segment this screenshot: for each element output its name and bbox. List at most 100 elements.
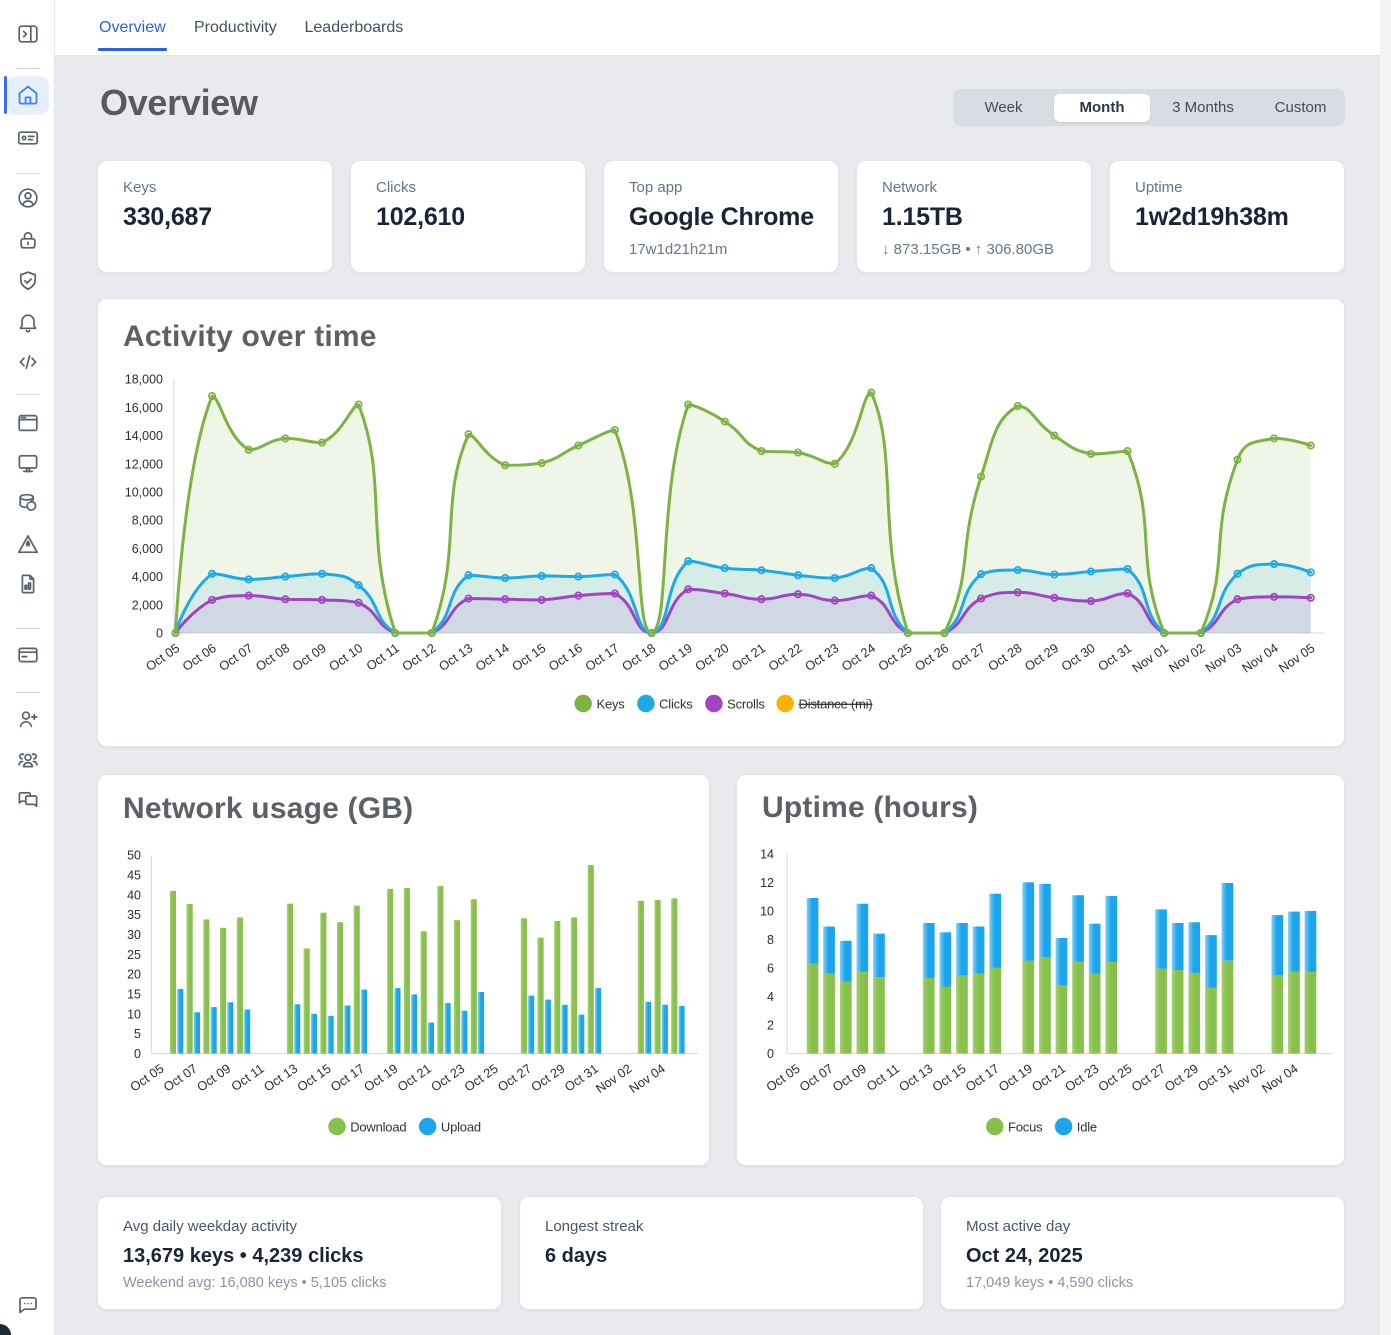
svg-text:Oct 29: Oct 29 [1022,640,1061,674]
svg-text:Oct 12: Oct 12 [399,640,438,674]
svg-text:6: 6 [767,961,774,975]
svg-text:Oct 28: Oct 28 [985,640,1024,674]
svg-text:Oct 07: Oct 07 [216,640,255,674]
svg-text:Oct 15: Oct 15 [294,1061,333,1095]
svg-text:4,000: 4,000 [132,570,163,584]
svg-text:Oct 07: Oct 07 [161,1061,200,1095]
svg-text:10: 10 [760,904,774,918]
svg-text:Oct 13: Oct 13 [261,1061,300,1095]
svg-text:Nov 04: Nov 04 [626,1061,668,1096]
svg-text:0: 0 [134,1047,141,1061]
svg-text:Nov 02: Nov 02 [1226,1061,1268,1096]
svg-text:0: 0 [767,1047,774,1061]
svg-text:Oct 09: Oct 09 [194,1061,233,1095]
svg-text:Oct 25: Oct 25 [875,640,914,674]
svg-text:Oct 17: Oct 17 [582,640,621,674]
svg-text:Oct 26: Oct 26 [912,640,951,674]
svg-text:Oct 27: Oct 27 [948,640,987,674]
svg-text:10: 10 [127,1007,141,1021]
svg-text:Oct 13: Oct 13 [436,640,475,674]
svg-text:Distance (mi): Distance (mi) [799,696,873,711]
svg-text:2: 2 [767,1019,774,1033]
svg-text:Oct 27: Oct 27 [495,1061,534,1095]
svg-text:Oct 25: Oct 25 [461,1061,500,1095]
svg-text:Idle: Idle [1077,1119,1097,1134]
svg-text:15: 15 [127,988,141,1002]
svg-text:12,000: 12,000 [125,457,163,471]
svg-text:Oct 23: Oct 23 [1062,1061,1101,1095]
svg-text:8: 8 [767,933,774,947]
svg-text:Oct 21: Oct 21 [395,1061,434,1095]
svg-text:Focus: Focus [1008,1119,1043,1134]
svg-text:Oct 10: Oct 10 [326,640,365,674]
svg-text:Oct 23: Oct 23 [428,1061,467,1095]
svg-text:Oct 17: Oct 17 [328,1061,367,1095]
svg-text:6,000: 6,000 [132,542,163,556]
svg-text:Oct 05: Oct 05 [143,640,182,674]
svg-text:Oct 13: Oct 13 [896,1061,935,1095]
svg-text:45: 45 [127,869,141,883]
svg-text:Oct 27: Oct 27 [1128,1061,1167,1095]
svg-text:Oct 15: Oct 15 [509,640,548,674]
svg-text:Oct 08: Oct 08 [253,640,292,674]
svg-text:Nov 02: Nov 02 [593,1061,635,1096]
svg-text:Oct 29: Oct 29 [1162,1061,1201,1095]
svg-text:Oct 19: Oct 19 [656,640,695,674]
svg-text:Oct 31: Oct 31 [1195,1061,1234,1095]
svg-text:Oct 09: Oct 09 [289,640,328,674]
svg-text:2,000: 2,000 [132,598,163,612]
svg-text:Download: Download [350,1119,406,1134]
svg-text:8,000: 8,000 [132,514,163,528]
svg-text:Oct 16: Oct 16 [546,640,585,674]
svg-text:Oct 23: Oct 23 [802,640,841,674]
svg-text:Nov 04: Nov 04 [1239,640,1281,675]
svg-text:30: 30 [127,928,141,942]
svg-text:Oct 18: Oct 18 [619,640,658,674]
svg-text:Oct 19: Oct 19 [996,1061,1035,1095]
svg-text:Oct 22: Oct 22 [765,640,804,674]
svg-text:Oct 07: Oct 07 [796,1061,835,1095]
svg-text:Upload: Upload [441,1119,481,1134]
svg-text:Oct 24: Oct 24 [839,640,878,674]
svg-text:Nov 01: Nov 01 [1129,640,1171,675]
svg-text:Oct 11: Oct 11 [228,1061,267,1094]
svg-text:5: 5 [134,1027,141,1041]
svg-text:25: 25 [127,948,141,962]
svg-text:Scrolls: Scrolls [727,696,765,711]
svg-text:4: 4 [767,990,774,1004]
svg-text:Oct 21: Oct 21 [729,640,768,674]
svg-text:Nov 03: Nov 03 [1203,640,1245,675]
svg-text:Oct 21: Oct 21 [1029,1061,1068,1095]
svg-text:Oct 30: Oct 30 [1058,640,1097,674]
svg-text:16,000: 16,000 [125,401,163,415]
svg-text:Oct 11: Oct 11 [864,1061,903,1094]
svg-text:Oct 31: Oct 31 [1095,640,1134,674]
svg-text:18,000: 18,000 [125,373,163,387]
svg-text:Oct 17: Oct 17 [962,1061,1001,1095]
svg-text:0: 0 [156,627,163,641]
svg-text:Oct 25: Oct 25 [1095,1061,1134,1095]
svg-text:Oct 11: Oct 11 [363,640,402,673]
svg-text:Clicks: Clicks [659,696,693,711]
svg-text:20: 20 [127,968,141,982]
svg-text:50: 50 [127,849,141,863]
svg-text:14,000: 14,000 [125,429,163,443]
svg-text:Oct 20: Oct 20 [692,640,731,674]
svg-text:Oct 19: Oct 19 [361,1061,400,1095]
svg-text:35: 35 [127,908,141,922]
svg-text:Nov 05: Nov 05 [1276,640,1318,675]
svg-text:40: 40 [127,888,141,902]
svg-text:Oct 14: Oct 14 [472,640,511,674]
svg-text:12: 12 [760,876,774,890]
svg-text:Oct 05: Oct 05 [763,1061,802,1095]
svg-text:Keys: Keys [597,696,626,711]
svg-text:10,000: 10,000 [125,486,163,500]
svg-text:Oct 15: Oct 15 [929,1061,968,1095]
svg-text:Oct 09: Oct 09 [830,1061,869,1095]
svg-text:Nov 04: Nov 04 [1259,1061,1301,1096]
svg-text:Oct 05: Oct 05 [127,1061,166,1095]
svg-text:Oct 06: Oct 06 [179,640,218,674]
svg-text:Oct 31: Oct 31 [562,1061,601,1095]
svg-text:Nov 02: Nov 02 [1166,640,1208,675]
svg-text:Oct 29: Oct 29 [528,1061,567,1095]
